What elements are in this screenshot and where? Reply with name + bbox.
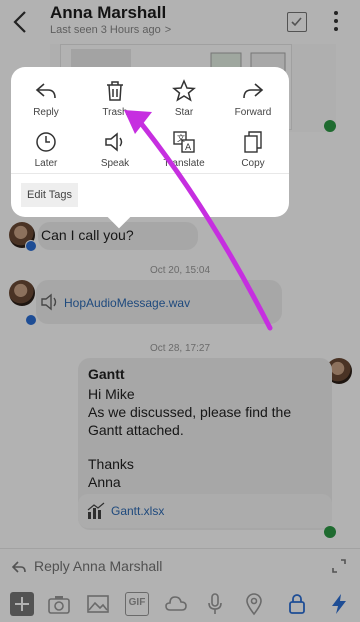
action-label: Reply	[33, 107, 59, 118]
star-action[interactable]: Star	[149, 79, 219, 118]
clock-icon	[36, 132, 56, 152]
trash-icon	[107, 81, 123, 101]
forward-action[interactable]: Forward	[218, 79, 288, 118]
action-label: Trash	[102, 107, 128, 118]
action-label: Star	[174, 107, 194, 118]
speak-action[interactable]: Speak	[80, 130, 150, 169]
action-label: Later	[34, 158, 58, 169]
reply-icon	[35, 83, 56, 99]
copy-action[interactable]: Copy	[218, 130, 288, 169]
star-icon	[172, 79, 196, 102]
translate-icon: 文A	[173, 131, 195, 153]
action-label: Forward	[234, 107, 272, 118]
action-label: Translate	[163, 158, 205, 169]
edit-tags-button[interactable]: Edit Tags	[21, 183, 79, 207]
trash-action[interactable]: Trash	[80, 79, 150, 118]
copy-icon	[244, 131, 262, 153]
forward-icon	[243, 83, 264, 99]
action-label: Copy	[241, 158, 265, 169]
action-label: Speak	[100, 158, 130, 169]
menu-divider	[11, 173, 289, 174]
svg-text:A: A	[185, 143, 192, 153]
translate-action[interactable]: 文A Translate	[149, 130, 219, 169]
reply-action[interactable]: Reply	[11, 79, 81, 118]
svg-text:文: 文	[177, 133, 185, 143]
later-action[interactable]: Later	[11, 130, 81, 169]
message-actions-menu: Reply Trash Star Forward Later Speak 文A …	[11, 67, 289, 217]
speaker-icon	[105, 132, 123, 152]
